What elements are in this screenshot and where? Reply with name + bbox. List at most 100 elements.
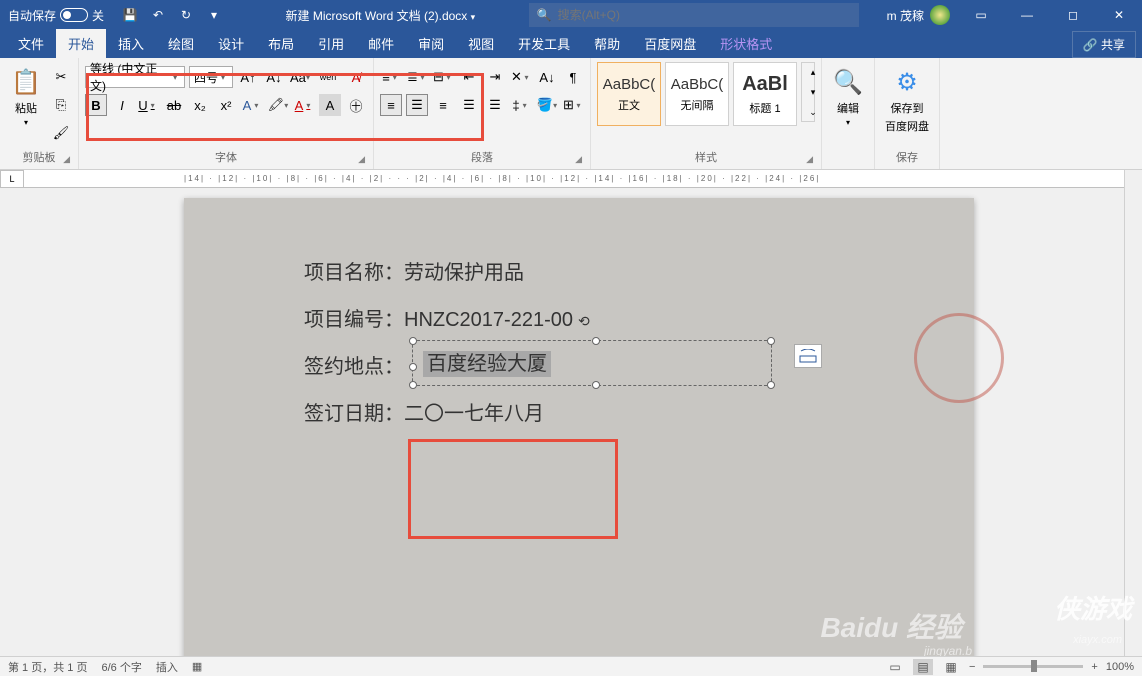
insert-mode[interactable]: 插入	[156, 659, 178, 675]
clear-formatting-icon[interactable]: A̸	[345, 66, 367, 88]
dialog-launcher-icon[interactable]: ◢	[575, 154, 582, 165]
zoom-out-icon[interactable]: −	[969, 661, 975, 673]
word-count[interactable]: 6/6 个字	[101, 659, 141, 675]
change-case-icon[interactable]: Aa▾	[289, 66, 311, 88]
asian-layout-icon[interactable]: ✕▾	[510, 66, 532, 88]
font-name-selector[interactable]: 等线 (中文正文)▾	[85, 66, 185, 88]
save-icon[interactable]: 💾	[122, 7, 138, 23]
increase-font-icon[interactable]: A↑	[237, 66, 259, 88]
styles-down-icon[interactable]: ▾	[802, 83, 824, 101]
horizontal-ruler[interactable]: |14| · |12| · |10| · |8| · |6| · |4| · |…	[24, 170, 1124, 188]
ribbon-options-icon[interactable]: ▭	[958, 0, 1004, 30]
tab-references[interactable]: 引用	[306, 29, 356, 58]
maximize-icon[interactable]: ◻	[1050, 0, 1096, 30]
resize-handle[interactable]	[767, 337, 775, 345]
vertical-scrollbar[interactable]	[1124, 170, 1142, 656]
document-viewport[interactable]: 项目名称：劳动保护用品 项目编号：HNZC2017-221-00 ⟲ 签约地点：…	[24, 188, 1124, 656]
rotate-handle-icon[interactable]: ⟲	[578, 313, 590, 329]
style-normal[interactable]: AaBbC( 正文	[597, 62, 661, 126]
line-spacing-icon[interactable]: ‡▾	[510, 94, 532, 116]
justify-icon[interactable]: ☰	[458, 94, 480, 116]
view-web-icon[interactable]: ▦	[941, 659, 961, 675]
font-size-selector[interactable]: 四号▾	[189, 66, 233, 88]
char-shading-icon[interactable]: A	[319, 94, 341, 116]
save-to-baidu-button[interactable]: ⚙ 保存到 百度网盘	[881, 62, 933, 138]
resize-handle[interactable]	[409, 363, 417, 371]
tab-shape-format[interactable]: 形状格式	[708, 29, 784, 58]
user-account[interactable]: m 茂稼	[879, 5, 958, 25]
phonetic-guide-icon[interactable]: wén	[315, 66, 341, 88]
highlight-color-icon[interactable]: 🖍▾	[267, 94, 289, 116]
tab-layout[interactable]: 布局	[256, 29, 306, 58]
dialog-launcher-icon[interactable]: ◢	[63, 154, 70, 165]
tab-mailings[interactable]: 邮件	[356, 29, 406, 58]
text-box[interactable]: 百度经验大厦	[412, 340, 772, 386]
close-icon[interactable]: ✕	[1096, 0, 1142, 30]
superscript-button[interactable]: x²	[215, 94, 237, 116]
macro-icon[interactable]: ▦	[192, 660, 202, 673]
styles-up-icon[interactable]: ▴	[802, 63, 824, 81]
show-hide-icon[interactable]: ¶	[562, 66, 584, 88]
underline-button[interactable]: U▾	[137, 94, 159, 116]
decrease-font-icon[interactable]: A↓	[263, 66, 285, 88]
share-button[interactable]: 🔗 共享	[1072, 31, 1136, 58]
tab-developer[interactable]: 开发工具	[506, 29, 582, 58]
paste-button[interactable]: 📋 粘贴 ▾	[6, 62, 46, 131]
sort-icon[interactable]: A↓	[536, 66, 558, 88]
styles-more-icon[interactable]: ⌄	[802, 103, 824, 121]
resize-handle[interactable]	[767, 381, 775, 389]
resize-handle[interactable]	[409, 337, 417, 345]
dialog-launcher-icon[interactable]: ◢	[358, 154, 365, 165]
bold-button[interactable]: B	[85, 94, 107, 116]
strikethrough-button[interactable]: ab	[163, 94, 185, 116]
decrease-indent-icon[interactable]: ⇤	[458, 66, 480, 88]
shading-icon[interactable]: 🪣▾	[536, 94, 558, 116]
tab-design[interactable]: 设计	[206, 29, 256, 58]
borders-icon[interactable]: ⊞▾	[562, 94, 584, 116]
format-painter-icon[interactable]: 🖌	[50, 122, 72, 144]
minimize-icon[interactable]: —	[1004, 0, 1050, 30]
ruler-corner[interactable]: L	[0, 170, 24, 188]
enclose-char-icon[interactable]: ㊉	[345, 94, 367, 116]
text-effects-icon[interactable]: A▾	[241, 94, 263, 116]
distribute-icon[interactable]: ☰	[484, 94, 506, 116]
zoom-slider[interactable]	[983, 665, 1083, 668]
qat-dropdown-icon[interactable]: ▾	[206, 7, 222, 23]
style-nospacing[interactable]: AaBbC( 无间隔	[665, 62, 729, 126]
numbering-icon[interactable]: ≣▾	[406, 66, 428, 88]
resize-handle[interactable]	[592, 381, 600, 389]
tab-draw[interactable]: 绘图	[156, 29, 206, 58]
page-status[interactable]: 第 1 页，共 1 页	[8, 659, 87, 675]
tab-review[interactable]: 审阅	[406, 29, 456, 58]
subscript-button[interactable]: x₂	[189, 94, 211, 116]
multilevel-list-icon[interactable]: ⊟▾	[432, 66, 454, 88]
align-right-icon[interactable]: ≡	[432, 94, 454, 116]
tab-baidu[interactable]: 百度网盘	[632, 29, 708, 58]
autosave-toggle[interactable]: 自动保存 关	[0, 7, 112, 24]
page[interactable]: 项目名称：劳动保护用品 项目编号：HNZC2017-221-00 ⟲ 签约地点：…	[184, 198, 974, 656]
align-center-icon[interactable]: ☰	[406, 94, 428, 116]
tab-view[interactable]: 视图	[456, 29, 506, 58]
layout-options-icon[interactable]	[794, 344, 822, 368]
zoom-in-icon[interactable]: +	[1091, 661, 1097, 673]
cut-icon[interactable]: ✂	[50, 66, 72, 88]
font-color-icon[interactable]: A▾	[293, 94, 315, 116]
zoom-level[interactable]: 100%	[1106, 661, 1134, 673]
resize-handle[interactable]	[409, 381, 417, 389]
search-input[interactable]	[558, 8, 851, 22]
search-box[interactable]: 🔍	[529, 3, 859, 27]
copy-icon[interactable]: ⎘	[50, 94, 72, 116]
align-left-icon[interactable]: ≡	[380, 94, 402, 116]
view-read-icon[interactable]: ▭	[885, 659, 905, 675]
style-heading1[interactable]: AaBl 标题 1	[733, 62, 797, 126]
tab-help[interactable]: 帮助	[582, 29, 632, 58]
view-print-icon[interactable]: ▤	[913, 659, 933, 675]
editing-button[interactable]: 🔍 编辑 ▾	[828, 62, 868, 131]
resize-handle[interactable]	[592, 337, 600, 345]
italic-button[interactable]: I	[111, 94, 133, 116]
tab-insert[interactable]: 插入	[106, 29, 156, 58]
bullets-icon[interactable]: ≡▾	[380, 66, 402, 88]
redo-icon[interactable]: ↻	[178, 7, 194, 23]
selected-text[interactable]: 百度经验大厦	[423, 351, 551, 377]
tab-home[interactable]: 开始	[56, 29, 106, 58]
